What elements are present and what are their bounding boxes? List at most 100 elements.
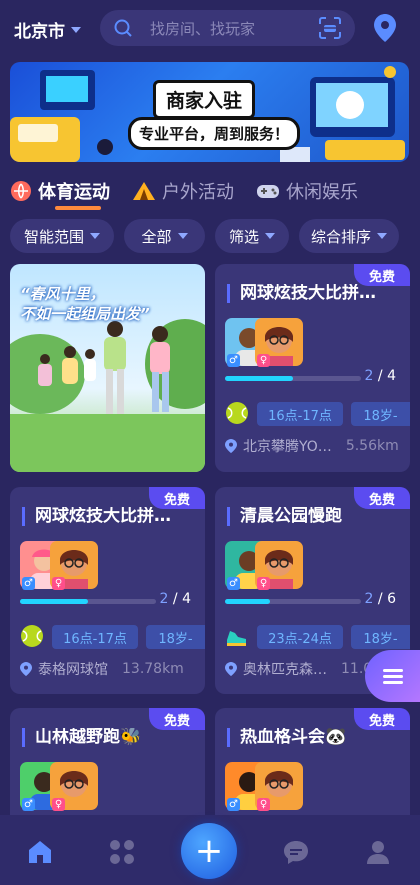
tab-label: 户外活动 [162,182,234,203]
filter-sort[interactable]: 综合排序 [299,219,399,253]
location-pin-icon[interactable] [372,13,398,43]
male-icon: ♂ [22,798,35,811]
male-icon: ♂ [227,354,240,367]
count-total: / 4 [377,368,396,384]
male-icon: ♂ [227,577,240,590]
card-title: 清晨公园慢跑 [227,507,390,526]
tab-label: 休闲娱乐 [286,182,358,203]
progress-bar [225,599,361,604]
filter-label: 全部 [141,227,172,246]
free-badge: 免费 [354,487,410,509]
tab-sports[interactable]: 体育运动 [10,178,110,204]
filter-screen[interactable]: 筛选 [215,219,289,253]
card-title: 山林越野跑🐝 [22,728,185,747]
address-text: 奥林匹克森… [243,662,327,678]
female-icon: ♀ [257,354,270,367]
card-title: 网球炫技大比拼… [22,507,185,526]
tab-label: 体育运动 [38,182,110,203]
card-title: 热血格斗会🐼 [227,728,390,747]
participant-avatars: ♂ ♀ [225,762,315,812]
progress-bar [225,376,361,381]
time-pill: 16点-17点 [257,402,343,426]
tab-underline [55,206,101,210]
chevron-down-icon [71,26,81,33]
tent-icon [133,182,155,200]
progress-fill [20,599,88,604]
activity-card[interactable]: 免费 网球炫技大比拼… ♂ ♀ 2 / 4 16点-17点 18岁- 泰格网球馆… [10,487,205,694]
tennis-ball-icon [21,625,43,647]
progress-fill [225,599,270,604]
distance-text: 13.78km [122,661,184,677]
count-current: 2 [364,591,374,607]
age-pill: 18岁- [351,402,410,426]
search-bar[interactable]: 找房间、找玩家 [100,10,355,46]
free-badge: 免费 [149,708,205,730]
count-current: 2 [159,591,169,607]
profile-icon[interactable] [364,838,392,866]
free-badge: 免费 [354,264,410,286]
filter-range[interactable]: 智能范围 [10,219,114,253]
free-badge: 免费 [149,487,205,509]
promo-text-line1: “春风十里， [20,285,105,303]
card-title: 网球炫技大比拼… [227,284,390,303]
menu-icon [382,666,403,687]
count-total: / 4 [172,591,191,607]
running-shoe-icon [227,631,246,646]
promo-banner[interactable]: 商家入驻 专业平台，周到服务！ [10,62,409,162]
female-icon: ♀ [52,798,65,811]
participant-count: 2 / 4 [365,368,396,384]
female-icon: ♀ [257,577,270,590]
time-pill: 16点-17点 [52,625,138,649]
banner-subtitle: 专业平台，周到服务！ [128,117,301,150]
chevron-down-icon [177,233,188,239]
location-pin-icon [20,662,32,676]
progress-fill [225,376,293,381]
city-selector[interactable]: 北京市 [14,17,81,42]
activity-card[interactable]: 免费 网球炫技大比拼… ♂ ♀ 2 / 4 16点-17点 18岁- 北京攀腾Y… [215,264,410,472]
filter-label: 智能范围 [23,227,84,246]
location-pin-icon [225,439,237,453]
age-pill: 18岁- [351,625,410,649]
filter-bar: 智能范围 全部 筛选 综合排序 [10,219,399,253]
scan-icon[interactable] [319,17,341,39]
floating-menu-button[interactable] [365,650,420,702]
promo-text-line2: 不如一起组局出发” [20,305,150,323]
filter-label: 筛选 [228,227,259,246]
female-icon: ♀ [257,798,270,811]
participant-avatars: ♂ ♀ [20,541,110,591]
address-row: 泰格网球馆 13.78km [20,659,195,679]
participant-avatars: ♂ ♀ [225,541,315,591]
tab-leisure[interactable]: 休闲娱乐 [256,178,358,204]
chevron-down-icon [265,233,275,239]
participant-count: 2 / 4 [160,591,191,607]
address-row: 北京攀腾YO… 5.56km [225,436,400,456]
banner-title: 商家入驻 [153,80,256,119]
chevron-down-icon [377,233,387,239]
distance-text: 5.56km [345,438,399,454]
age-pill: 18岁- [146,625,205,649]
tab-outdoor[interactable]: 户外活动 [132,178,234,204]
gamepad-icon [257,185,279,198]
sport-icon [11,181,31,201]
participant-count: 2 / 6 [365,591,396,607]
promo-card[interactable]: “春风十里， 不如一起组局出发” [10,264,205,472]
apps-icon[interactable] [108,838,136,866]
filter-all[interactable]: 全部 [124,219,205,253]
female-icon: ♀ [52,577,65,590]
filter-label: 综合排序 [310,227,371,246]
chevron-down-icon [90,233,100,239]
tennis-ball-icon [226,402,248,424]
home-icon[interactable] [26,838,54,866]
chat-icon[interactable] [282,838,310,866]
participant-avatars: ♂ ♀ [225,318,315,368]
time-pill: 23点-24点 [257,625,343,649]
count-current: 2 [364,368,374,384]
top-bar: 北京市 找房间、找玩家 [0,0,420,56]
address-text: 北京攀腾YO… [243,439,332,455]
add-icon[interactable]: + [181,823,237,879]
count-total: / 6 [377,591,396,607]
category-tabs: 体育运动 户外活动 休闲娱乐 [10,176,358,206]
city-label: 北京市 [14,22,65,42]
participant-avatars: ♂ ♀ [20,762,110,812]
progress-bar [20,599,156,604]
